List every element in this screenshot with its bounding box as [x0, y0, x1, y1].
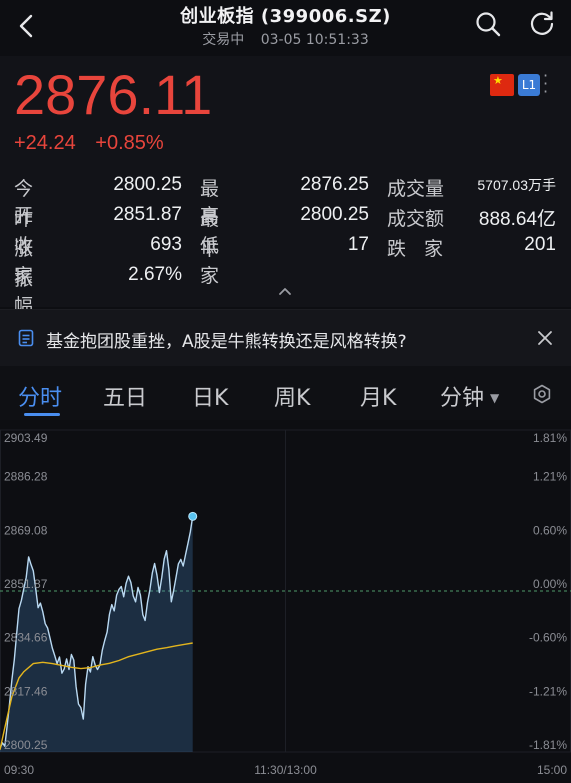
x-axis-label: 15:00	[537, 763, 567, 777]
refresh-icon[interactable]	[528, 10, 556, 38]
y-axis-label-right: -1.81%	[529, 738, 567, 752]
china-flag-icon[interactable]: ★	[490, 74, 514, 96]
more-options-icon[interactable]: · · ·	[543, 68, 551, 100]
dropdown-caret-icon: ▼	[490, 391, 500, 405]
change-percent: +0.85%	[95, 132, 164, 154]
y-axis-label-left: 2869.08	[4, 523, 48, 537]
intraday-chart[interactable]: 2903.49 2886.28 2869.08 2851.87 2834.66 2817.…	[0, 420, 571, 783]
x-axis-label: 11:30/13:00	[254, 763, 317, 777]
volume-number: 5707.03	[477, 177, 528, 193]
chart-settings-icon[interactable]	[532, 384, 552, 404]
stats-grid: 今开 2800.25 最高 2876.25 成交量 5707.03万手 昨收 2…	[14, 174, 559, 317]
volume-unit: 万手	[528, 177, 556, 193]
y-axis-label-right: 0.60%	[533, 523, 567, 537]
period-tabs: 分时 五日 日K 周K 月K 分钟 ▼	[0, 366, 571, 420]
stat-value-unchanged: 17	[347, 234, 369, 255]
tab-minute-label: 分钟	[440, 386, 485, 411]
news-headline[interactable]: 基金抱团股重挫，A股是牛熊转换还是风格转换?	[46, 327, 407, 352]
news-icon	[18, 329, 34, 347]
active-tab-indicator	[24, 413, 60, 416]
change-amount: +24.24	[14, 132, 76, 154]
timestamp: 03-05 10:51:33	[260, 32, 369, 48]
y-axis-label-left: 2834.66	[4, 631, 48, 645]
close-icon[interactable]	[536, 329, 554, 347]
y-axis-label-left: 2817.46	[4, 684, 48, 698]
y-axis-label-left: 2886.28	[4, 470, 48, 484]
y-axis-label-left: 2800.25	[4, 738, 48, 752]
intraday-chart-svg: 2903.49 2886.28 2869.08 2851.87 2834.66 2817.…	[0, 429, 571, 777]
tab-five-day[interactable]: 五日	[103, 380, 147, 412]
y-axis-label-left: 2851.87	[4, 577, 48, 591]
stats-row: 昨收 2851.87 最低 2800.25 成交额 888.64亿	[14, 204, 559, 257]
trade-status: 交易中	[202, 32, 245, 48]
y-axis-label-left: 2903.49	[4, 431, 48, 445]
y-axis-label-right: 1.21%	[533, 470, 567, 484]
stat-value-prev-close: 2851.87	[113, 204, 182, 225]
y-axis-label-right: -1.21%	[529, 684, 567, 698]
stat-value-low: 2800.25	[300, 204, 369, 225]
price-change: +24.24 +0.85%	[14, 132, 178, 155]
tab-weekly-k[interactable]: 周K	[274, 380, 310, 412]
y-axis-label-right: 1.81%	[533, 431, 567, 445]
tab-daily-k[interactable]: 日K	[192, 380, 228, 412]
y-axis-label-right: -0.60%	[529, 631, 567, 645]
last-price: 2876.11	[14, 63, 213, 126]
y-axis-label-right: 0.00%	[533, 577, 567, 591]
search-icon[interactable]	[474, 10, 502, 38]
stats-row: 涨家 693 平家 17 跌家 201	[14, 234, 559, 287]
stat-value-volume: 5707.03万手	[454, 174, 556, 196]
stat-value-advancers: 693	[150, 234, 182, 255]
stat-value-amplitude: 2.67%	[128, 264, 182, 285]
last-price-dot	[188, 511, 198, 521]
level-badge[interactable]: L1	[518, 74, 540, 96]
news-banner[interactable]: 基金抱团股重挫，A股是牛熊转换还是风格转换?	[0, 309, 571, 366]
tab-minute[interactable]: 分钟 ▼	[440, 380, 499, 412]
quote-panel: 2876.11 +24.24 +0.85% ★ L1 · · · 今开 2800.2…	[0, 56, 571, 317]
stat-value-open: 2800.25	[113, 174, 182, 195]
top-nav-bar: 创业板指 (399006.SZ) 交易中 03-05 10:51:33	[0, 0, 571, 56]
tab-monthly-k[interactable]: 月K	[360, 380, 396, 412]
stats-row: 今开 2800.25 最高 2876.25 成交量 5707.03万手	[14, 174, 559, 227]
tab-intraday[interactable]: 分时	[18, 380, 62, 412]
stat-value-decliners: 201	[524, 234, 556, 255]
x-axis-label: 09:30	[4, 763, 34, 777]
stat-value-high: 2876.25	[300, 174, 369, 195]
stat-value-turnover: 888.64亿	[478, 209, 556, 230]
collapse-chevron-icon[interactable]	[276, 284, 294, 298]
